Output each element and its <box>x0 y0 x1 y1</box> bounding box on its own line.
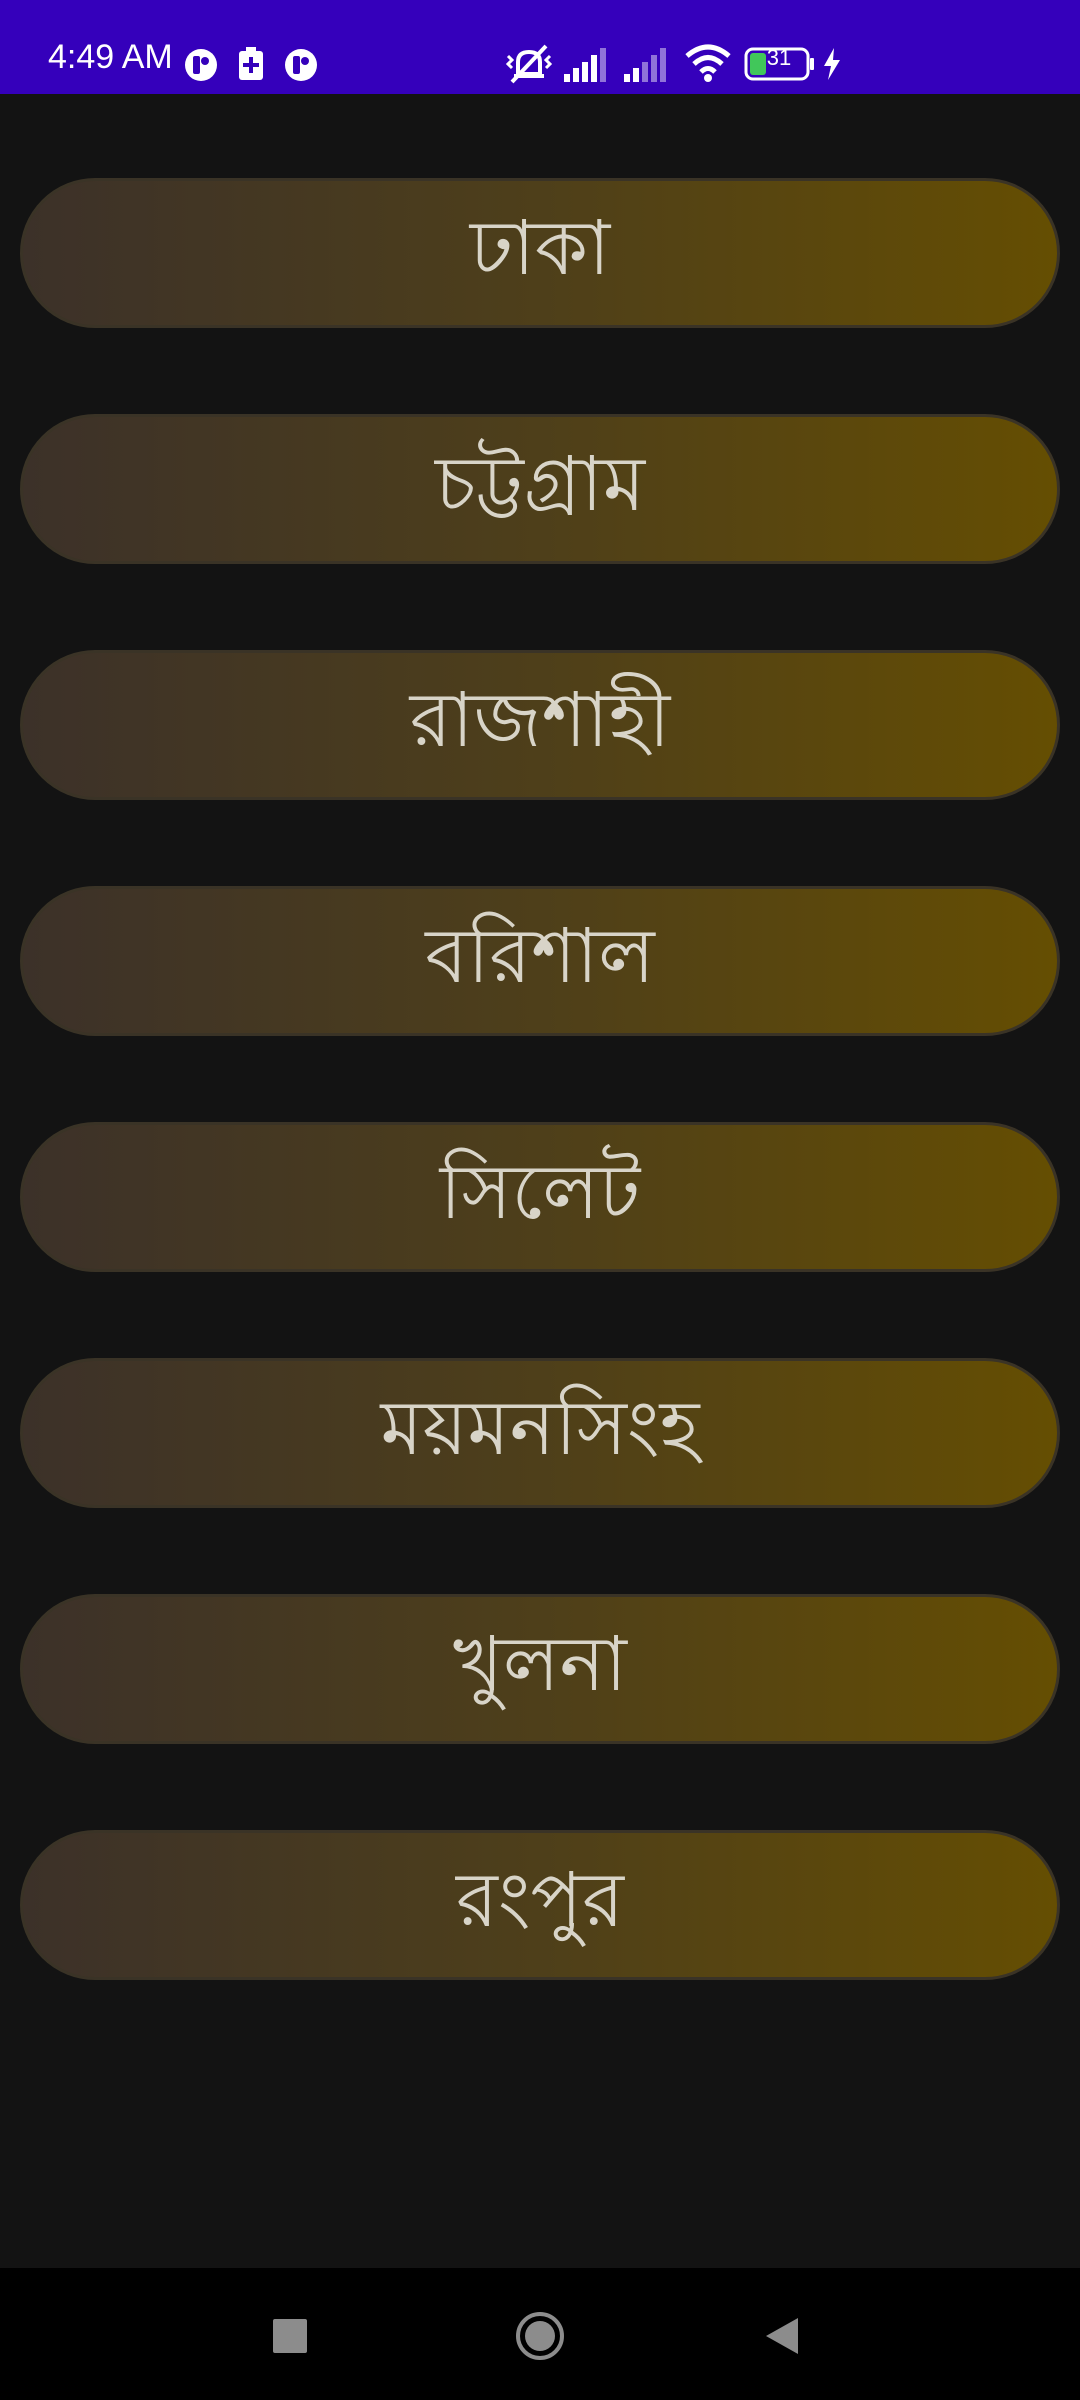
battery-saver-icon <box>239 47 263 80</box>
wifi-icon <box>685 44 731 82</box>
list-item: খুলনা <box>20 1594 1060 1744</box>
city-button-dhaka[interactable]: ঢাকা <box>20 178 1060 328</box>
cell-signal-icon <box>564 48 606 82</box>
list-item: রংপুর <box>20 1830 1060 1980</box>
list-item: বরিশাল <box>20 886 1060 1036</box>
app-notification-icon <box>285 49 317 81</box>
vibrate-off-icon <box>505 44 553 84</box>
recents-square-icon[interactable] <box>272 2318 308 2354</box>
list-item: রাজশাহী <box>20 650 1060 800</box>
app-notification-icon <box>185 49 217 81</box>
city-button-rangpur[interactable]: রংপুর <box>20 1830 1060 1980</box>
city-button-chattogram[interactable]: চট্টগ্রাম <box>20 414 1060 564</box>
city-button-khulna[interactable]: খুলনা <box>20 1594 1060 1744</box>
list-item: সিলেট <box>20 1122 1060 1272</box>
navigation-bar <box>0 2268 1080 2400</box>
city-button-rajshahi[interactable]: রাজশাহী <box>20 650 1060 800</box>
city-button-mymensingh[interactable]: ময়মনসিংহ <box>20 1358 1060 1508</box>
city-button-sylhet[interactable]: সিলেট <box>20 1122 1060 1272</box>
status-bar: 4:49 AM 31 <box>0 0 1080 94</box>
home-circle-icon[interactable] <box>514 2310 566 2362</box>
cell-signal-icon <box>624 48 666 82</box>
list-item: ঢাকা <box>20 178 1060 328</box>
charging-icon <box>824 48 840 80</box>
list-item: চট্টগ্রাম <box>20 414 1060 564</box>
status-time: 4:49 AM <box>48 38 173 76</box>
back-triangle-icon[interactable] <box>764 2316 800 2356</box>
city-list: ঢাকা চট্টগ্রাম রাজশাহী বরিশাল সিলেট ময়ম… <box>20 178 1060 2066</box>
city-button-barishal[interactable]: বরিশাল <box>20 886 1060 1036</box>
battery-level: 31 <box>766 45 792 70</box>
list-item: ময়মনসিংহ <box>20 1358 1060 1508</box>
